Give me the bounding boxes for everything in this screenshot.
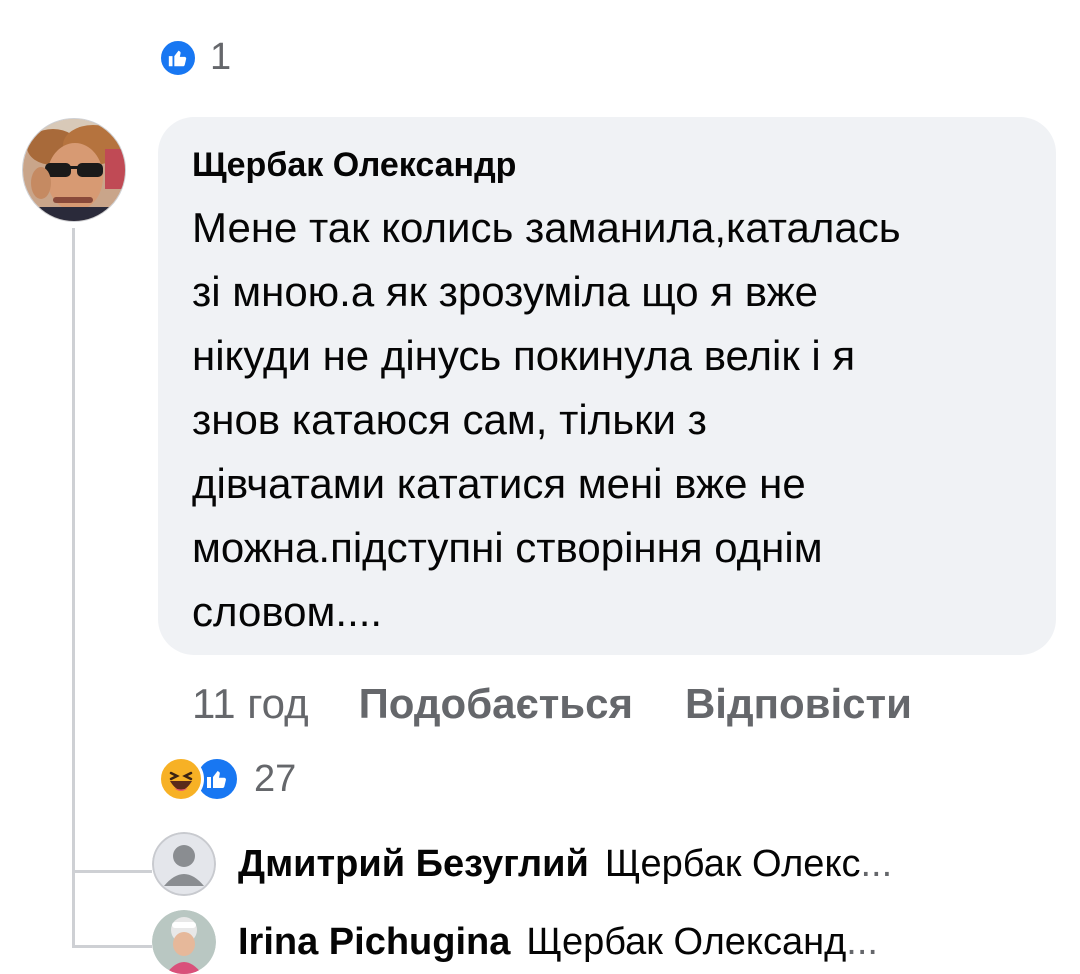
avatar[interactable] xyxy=(152,910,216,974)
previous-comment-reactions[interactable]: 1 xyxy=(158,36,231,79)
avatar[interactable] xyxy=(152,832,216,896)
reply-text: Щербак Олександ xyxy=(526,920,847,963)
reaction-count: 1 xyxy=(210,36,232,78)
reply-item[interactable]: Дмитрий Безуглий Щербак Олекс... xyxy=(152,832,892,896)
previous-comment-text-cutoff xyxy=(250,0,810,6)
comment-line: нікуди не дінусь покинула велік і я xyxy=(192,332,856,379)
reply-author[interactable]: Irina Pichugina xyxy=(238,921,510,964)
comment-line: знов катаюся сам, тільки з xyxy=(192,396,707,443)
comment-line: можна.підступні створіння однім xyxy=(192,524,823,571)
comment-timestamp[interactable]: 11 год xyxy=(192,680,309,728)
like-button[interactable]: Подобається xyxy=(359,680,633,728)
haha-icon xyxy=(158,756,204,802)
like-icon xyxy=(158,37,198,78)
reply-author[interactable]: Дмитрий Безуглий xyxy=(238,843,589,886)
reply-item[interactable]: Irina Pichugina Щербак Олександ... xyxy=(152,910,878,974)
thread-branch xyxy=(72,945,152,948)
reply-ellipsis: ... xyxy=(846,920,878,963)
reaction-count: 27 xyxy=(254,757,297,800)
reply-ellipsis: ... xyxy=(860,842,893,885)
comment-reactions[interactable]: 27 xyxy=(158,756,296,802)
comment-author[interactable]: Щербак Олександр xyxy=(192,146,516,185)
comment-text: Мене так колись заманила,каталась зі мно… xyxy=(192,196,1032,644)
thread-branch xyxy=(72,870,152,873)
comment-actions: 11 год Подобається Відповісти xyxy=(192,680,964,728)
thread-line xyxy=(72,228,75,948)
reply-button[interactable]: Відповісти xyxy=(685,680,912,728)
comment-line: Мене так колись заманила,каталась xyxy=(192,204,901,251)
reply-text: Щербак Олекс xyxy=(604,842,861,885)
avatar[interactable] xyxy=(22,118,126,222)
comment-line: зі мною.а як зрозуміла що я вже xyxy=(192,268,819,315)
comment-line: словом.... xyxy=(192,588,383,635)
comment-line: дівчатами кататися мені вже не xyxy=(192,460,806,507)
